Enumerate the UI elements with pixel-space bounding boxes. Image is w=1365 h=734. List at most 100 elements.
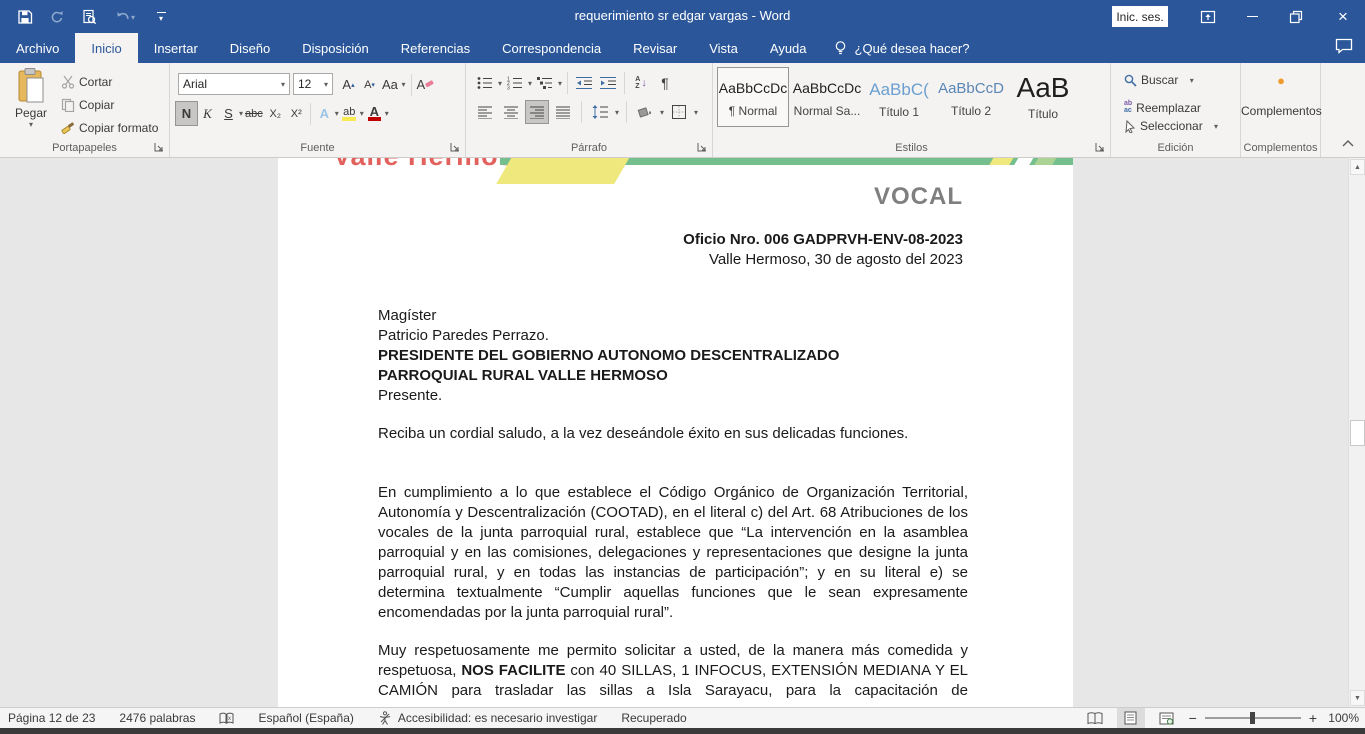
group-label-portapapeles: Portapapeles: [0, 142, 169, 154]
ribbon-display-options-icon[interactable]: [1186, 0, 1230, 33]
grow-font-button[interactable]: A▴: [338, 73, 359, 96]
zoom-in-icon[interactable]: +: [1309, 710, 1317, 726]
zoom-percentage[interactable]: 100%: [1325, 711, 1359, 725]
tab-referencias[interactable]: Referencias: [385, 33, 486, 63]
numbering-button[interactable]: 123: [504, 72, 526, 94]
font-color-button[interactable]: A: [364, 102, 385, 125]
scrollbar-thumb[interactable]: [1350, 420, 1365, 446]
tab-ayuda[interactable]: Ayuda: [754, 33, 823, 63]
sort-button[interactable]: AZ ↓: [630, 72, 652, 94]
read-mode-icon[interactable]: [1081, 708, 1109, 728]
doc-recipient-line: Patricio Paredes Perrazo.: [378, 326, 968, 346]
shrink-font-button[interactable]: A▾: [359, 73, 380, 96]
dialog-launcher-portapapeles[interactable]: [154, 142, 166, 154]
accessibility-status[interactable]: Accesibilidad: es necesario investigar: [378, 711, 597, 725]
bold-button[interactable]: N: [176, 102, 197, 125]
tab-disposicion[interactable]: Disposición: [286, 33, 384, 63]
highlight-button[interactable]: ab: [339, 102, 360, 125]
doc-recipient-block: Magíster Patricio Paredes Perrazo. PRESI…: [378, 306, 968, 406]
proofing-icon[interactable]: x: [219, 712, 234, 725]
justify-button[interactable]: [552, 101, 574, 123]
dialog-launcher-parrafo[interactable]: [697, 142, 709, 154]
comments-icon[interactable]: [1335, 38, 1353, 54]
svg-text:x: x: [228, 716, 231, 722]
lightbulb-icon: [833, 40, 848, 56]
tab-revisar[interactable]: Revisar: [617, 33, 693, 63]
minimize-button[interactable]: [1230, 0, 1274, 33]
zoom-slider[interactable]: [1205, 717, 1301, 719]
sign-in-button[interactable]: Inic. ses.: [1112, 6, 1168, 27]
style-normal[interactable]: AaBbCcDc ¶ Normal: [718, 68, 788, 126]
language-indicator[interactable]: Español (España): [258, 711, 353, 725]
line-spacing-button[interactable]: [589, 101, 611, 123]
tell-me-box[interactable]: ¿Qué desea hacer?: [833, 33, 970, 63]
style-titulo-2[interactable]: AaBbCcD Título 2: [936, 68, 1006, 126]
group-fuente: Arial▾ 12▾ A▴ A▾ Aa ▾ A N K S ▾ abc X₂ X…: [170, 63, 466, 157]
increase-indent-button[interactable]: [597, 72, 619, 94]
recovered-indicator[interactable]: Recuperado: [621, 711, 686, 725]
ribbon-tab-bar: Archivo Inicio Insertar Diseño Disposici…: [0, 33, 1365, 63]
dialog-launcher-fuente[interactable]: [450, 142, 462, 154]
subscript-button[interactable]: X₂: [265, 102, 286, 125]
doc-date-line: Valle Hermoso, 30 de agosto del 2023: [709, 250, 963, 270]
vertical-scrollbar[interactable]: ▲ ▼: [1348, 158, 1365, 707]
group-label-complementos: Complementos: [1241, 142, 1320, 154]
select-button[interactable]: Seleccionar ▾: [1121, 115, 1221, 138]
tab-inicio[interactable]: Inicio: [75, 33, 137, 63]
paste-button[interactable]: Pegar ▾: [8, 68, 54, 129]
shading-button[interactable]: [634, 101, 656, 123]
align-left-button[interactable]: [474, 101, 496, 123]
zoom-slider-thumb[interactable]: [1250, 712, 1255, 724]
copy-button: Copiar: [58, 94, 117, 117]
tab-insertar[interactable]: Insertar: [138, 33, 214, 63]
dialog-launcher-estilos[interactable]: [1095, 142, 1107, 154]
font-size-combo[interactable]: 12▾: [293, 73, 333, 95]
style-normal-sa[interactable]: AaBbCcDc Normal Sa...: [792, 68, 862, 126]
doc-recipient-line: PARROQUIAL RURAL VALLE HERMOSO: [378, 366, 968, 386]
font-family-combo[interactable]: Arial▾: [178, 73, 290, 95]
clear-formatting-button[interactable]: A: [415, 73, 437, 96]
restore-button[interactable]: [1274, 0, 1318, 33]
group-complementos: ● Complementos Complementos: [1241, 63, 1321, 157]
change-case-button[interactable]: Aa ▾: [380, 73, 408, 96]
italic-button[interactable]: K: [197, 102, 218, 125]
print-layout-icon[interactable]: [1117, 708, 1145, 728]
group-estilos: AaBbCcDc ¶ Normal AaBbCcDc Normal Sa... …: [713, 63, 1111, 157]
font-color-dropdown-icon[interactable]: ▾: [385, 109, 389, 118]
text-effects-button[interactable]: A: [314, 102, 335, 125]
group-edicion: Buscar ▾ ab ac Reemplazar Seleccionar ▾ …: [1111, 63, 1241, 157]
style-titulo-1[interactable]: AaBbC( Título 1: [864, 68, 934, 126]
bullets-button[interactable]: [474, 72, 496, 94]
style-titulo[interactable]: AaB Título: [1008, 68, 1078, 126]
decrease-indent-button[interactable]: [573, 72, 595, 94]
multilevel-list-button[interactable]: [534, 72, 556, 94]
tab-correspondencia[interactable]: Correspondencia: [486, 33, 617, 63]
group-portapapeles: Pegar ▾ Cortar Copiar Copiar formato Por…: [0, 63, 170, 157]
collapse-ribbon-icon[interactable]: [1342, 139, 1358, 155]
tab-archivo[interactable]: Archivo: [0, 33, 75, 63]
strikethrough-button[interactable]: abc: [243, 102, 265, 125]
align-right-button[interactable]: [526, 101, 548, 123]
scroll-up-icon[interactable]: ▲: [1350, 159, 1365, 175]
tab-diseno[interactable]: Diseño: [214, 33, 286, 63]
scroll-down-icon[interactable]: ▼: [1350, 690, 1365, 706]
doc-header-vocal: VOCAL: [874, 183, 963, 211]
zoom-out-icon[interactable]: −: [1189, 710, 1197, 726]
align-center-button[interactable]: [500, 101, 522, 123]
band-yellow-shape: [496, 158, 634, 184]
doc-paragraph-cootad: En cumplimiento a lo que establece el Có…: [378, 483, 968, 623]
page-indicator[interactable]: Página 12 de 23: [8, 711, 95, 725]
underline-button[interactable]: S: [218, 102, 239, 125]
show-marks-button[interactable]: ¶: [654, 72, 676, 94]
tab-vista[interactable]: Vista: [693, 33, 754, 63]
word-count[interactable]: 2476 palabras: [119, 711, 195, 725]
find-button[interactable]: Buscar ▾: [1121, 69, 1197, 92]
superscript-button[interactable]: X²: [286, 102, 307, 125]
web-layout-icon[interactable]: [1153, 708, 1181, 728]
close-button[interactable]: ×: [1321, 0, 1365, 33]
document-page[interactable]: Valle Hermoso VOCAL Oficio Nro. 006 GADP…: [278, 158, 1073, 707]
addins-button[interactable]: ● Complementos: [1241, 73, 1321, 118]
borders-button[interactable]: [668, 101, 690, 123]
doc-oficio-number: Oficio Nro. 006 GADPRVH-ENV-08-2023: [683, 230, 963, 250]
format-painter-button[interactable]: Copiar formato: [58, 117, 161, 140]
